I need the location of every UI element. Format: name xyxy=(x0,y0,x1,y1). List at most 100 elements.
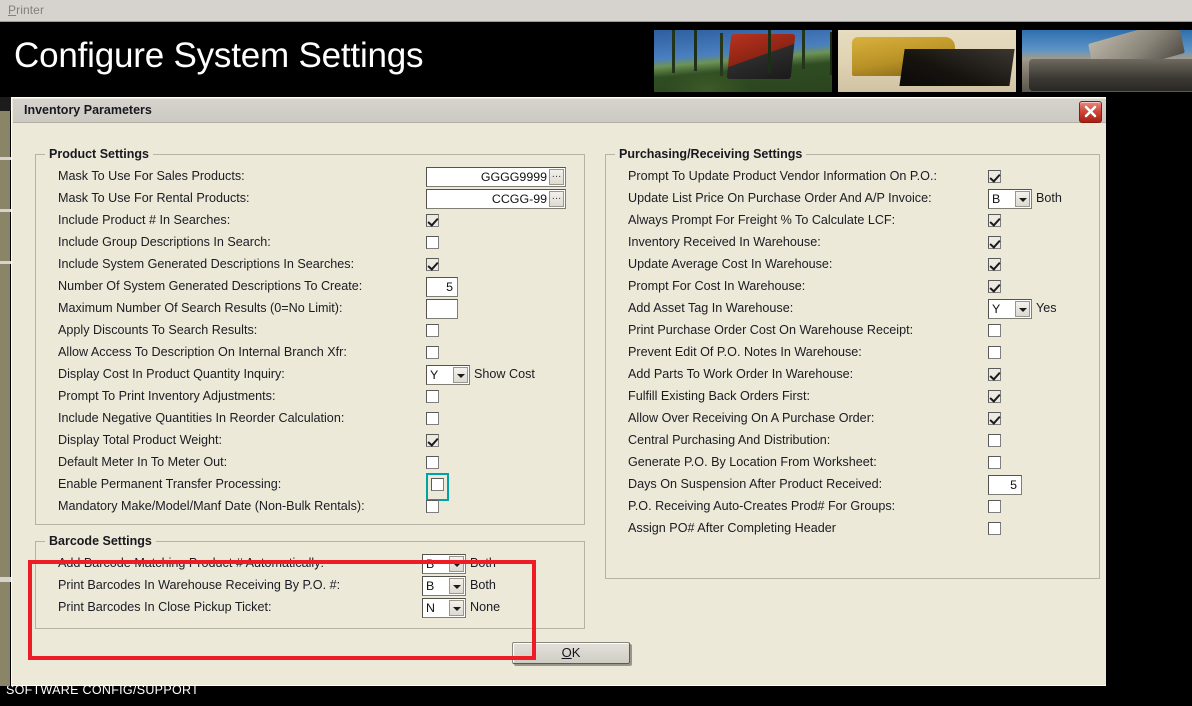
row-apply-discounts: Apply Discounts To Search Results: xyxy=(36,321,584,343)
checkbox-mandatory-make-model[interactable] xyxy=(426,500,439,513)
banner-photo-dump-truck xyxy=(1022,30,1192,92)
select-print-barcodes-receiving-value: B xyxy=(426,579,435,593)
row-inventory-received-warehouse: Inventory Received In Warehouse: xyxy=(606,233,1099,255)
group-product-settings: Product Settings Mask To Use For Sales P… xyxy=(35,147,585,525)
label-apply-discounts: Apply Discounts To Search Results: xyxy=(58,323,258,337)
menu-accel: P xyxy=(8,3,17,17)
input-number-system-descriptions[interactable]: 5 xyxy=(426,277,458,297)
select-add-barcode-matching-value: B xyxy=(426,557,435,571)
checkbox-prompt-print-adjustments[interactable] xyxy=(426,390,439,403)
ok-button[interactable]: OK xyxy=(512,642,630,664)
checkbox-prompt-update-vendor[interactable] xyxy=(988,170,1001,183)
select-add-barcode-matching[interactable]: B xyxy=(422,554,466,574)
dialog-body: Product Settings Mask To Use For Sales P… xyxy=(13,123,1106,685)
group-legend-product-settings: Product Settings xyxy=(45,147,154,161)
checkbox-add-parts-work-order[interactable] xyxy=(988,368,1001,381)
select-add-asset-tag[interactable]: Y xyxy=(988,299,1032,319)
checkbox-update-average-cost[interactable] xyxy=(988,258,1001,271)
row-display-total-weight: Display Total Product Weight: xyxy=(36,431,584,453)
row-generate-po-by-location: Generate P.O. By Location From Worksheet… xyxy=(606,453,1099,475)
row-update-list-price: Update List Price On Purchase Order And … xyxy=(606,189,1099,211)
menu-bar: Printer xyxy=(0,0,1192,22)
input-max-search-results[interactable] xyxy=(426,299,458,319)
label-allow-over-receiving: Allow Over Receiving On A Purchase Order… xyxy=(628,411,875,425)
chevron-down-icon[interactable] xyxy=(1015,191,1030,207)
background-window-corner xyxy=(0,97,11,111)
label-display-total-weight: Display Total Product Weight: xyxy=(58,433,223,447)
row-fulfill-back-orders: Fulfill Existing Back Orders First: xyxy=(606,387,1099,409)
row-update-average-cost: Update Average Cost In Warehouse: xyxy=(606,255,1099,277)
background-window-right-edge xyxy=(1106,97,1192,686)
input-mask-rental-products[interactable]: CCGG-99 … xyxy=(426,189,566,209)
chevron-down-icon[interactable] xyxy=(453,367,468,383)
row-display-cost-inquiry: Display Cost In Product Quantity Inquiry… xyxy=(36,365,584,387)
checkbox-assign-po-after-header[interactable] xyxy=(988,522,1001,535)
checkbox-display-total-weight[interactable] xyxy=(426,434,439,447)
label-include-product-number: Include Product # In Searches: xyxy=(58,213,231,227)
label-prompt-cost-warehouse: Prompt For Cost In Warehouse: xyxy=(628,279,806,293)
label-mask-rental-products: Mask To Use For Rental Products: xyxy=(58,191,250,205)
chevron-down-icon[interactable] xyxy=(1015,301,1030,317)
select-print-barcodes-pickup-value: N xyxy=(426,601,435,615)
checkbox-default-meter[interactable] xyxy=(426,456,439,469)
input-mask-sales-products[interactable]: GGGG9999 … xyxy=(426,167,566,187)
select-update-list-price[interactable]: B xyxy=(988,189,1032,209)
input-days-on-suspension[interactable]: 5 xyxy=(988,475,1022,495)
status-bar-mask xyxy=(0,697,1192,706)
select-print-barcodes-receiving[interactable]: B xyxy=(422,576,466,596)
banner-photo-strip xyxy=(640,30,1192,92)
page-title: Configure System Settings xyxy=(14,36,424,75)
chevron-down-icon[interactable] xyxy=(449,578,464,594)
ok-button-label: K xyxy=(571,645,581,660)
input-days-on-suspension-value: 5 xyxy=(1010,478,1017,492)
inventory-parameters-dialog: Inventory Parameters Product Settings Ma… xyxy=(11,97,1106,686)
chevron-down-icon[interactable] xyxy=(449,556,464,572)
dialog-title: Inventory Parameters xyxy=(24,103,152,117)
row-days-on-suspension: Days On Suspension After Product Receive… xyxy=(606,475,1099,497)
label-mask-sales-products: Mask To Use For Sales Products: xyxy=(58,169,245,183)
input-number-system-descriptions-value: 5 xyxy=(446,280,453,294)
checkbox-allow-over-receiving[interactable] xyxy=(988,412,1001,425)
select-print-barcodes-pickup[interactable]: N xyxy=(422,598,466,618)
checkbox-inventory-received-warehouse[interactable] xyxy=(988,236,1001,249)
select-display-cost-inquiry[interactable]: Y xyxy=(426,365,470,385)
checkbox-always-prompt-freight[interactable] xyxy=(988,214,1001,227)
label-assign-po-after-header: Assign PO# After Completing Header xyxy=(628,521,836,535)
row-assign-po-after-header: Assign PO# After Completing Header xyxy=(606,519,1099,541)
label-days-on-suspension: Days On Suspension After Product Receive… xyxy=(628,477,883,491)
label-always-prompt-freight: Always Prompt For Freight % To Calculate… xyxy=(628,213,896,227)
select-add-asset-tag-text: Yes xyxy=(1036,301,1057,315)
row-include-group-descriptions: Include Group Descriptions In Search: xyxy=(36,233,584,255)
checkbox-include-product-number[interactable] xyxy=(426,214,439,227)
checkbox-po-receiving-auto-creates[interactable] xyxy=(988,500,1001,513)
checkbox-enable-permanent-transfer[interactable] xyxy=(431,478,444,491)
checkbox-generate-po-by-location[interactable] xyxy=(988,456,1001,469)
chevron-down-icon[interactable] xyxy=(449,600,464,616)
browse-icon[interactable]: … xyxy=(549,191,564,207)
group-purchasing-receiving-settings: Purchasing/Receiving Settings Prompt To … xyxy=(605,147,1100,579)
checkbox-prevent-edit-po-notes[interactable] xyxy=(988,346,1001,359)
checkbox-include-negative-quantities[interactable] xyxy=(426,412,439,425)
checkbox-print-po-cost-receipt[interactable] xyxy=(988,324,1001,337)
browse-icon[interactable]: … xyxy=(549,169,564,185)
checkbox-central-purchasing[interactable] xyxy=(988,434,1001,447)
checkbox-fulfill-back-orders[interactable] xyxy=(988,390,1001,403)
label-allow-access-description: Allow Access To Description On Internal … xyxy=(58,345,347,359)
checkbox-prompt-cost-warehouse[interactable] xyxy=(988,280,1001,293)
checkbox-include-system-descriptions[interactable] xyxy=(426,258,439,271)
select-update-list-price-value: B xyxy=(992,192,1001,206)
menu-item-printer-label: rinter xyxy=(16,3,45,17)
status-bar: SOFTWARE CONFIG/SUPPORT xyxy=(0,686,1192,706)
label-enable-permanent-transfer: Enable Permanent Transfer Processing: xyxy=(58,477,282,491)
ok-button-accel: O xyxy=(561,645,572,660)
input-mask-sales-products-value: GGGG9999 xyxy=(480,170,547,184)
row-mandatory-make-model: Mandatory Make/Model/Manf Date (Non-Bulk… xyxy=(36,497,584,519)
row-prompt-update-vendor: Prompt To Update Product Vendor Informat… xyxy=(606,167,1099,189)
checkbox-apply-discounts[interactable] xyxy=(426,324,439,337)
label-prevent-edit-po-notes: Prevent Edit Of P.O. Notes In Warehouse: xyxy=(628,345,862,359)
menu-item-printer[interactable]: Printer xyxy=(8,3,44,17)
checkbox-include-group-descriptions[interactable] xyxy=(426,236,439,249)
close-icon[interactable] xyxy=(1079,101,1102,123)
app-root: Printer Configure System Settings Invent… xyxy=(0,0,1192,706)
checkbox-allow-access-description[interactable] xyxy=(426,346,439,359)
